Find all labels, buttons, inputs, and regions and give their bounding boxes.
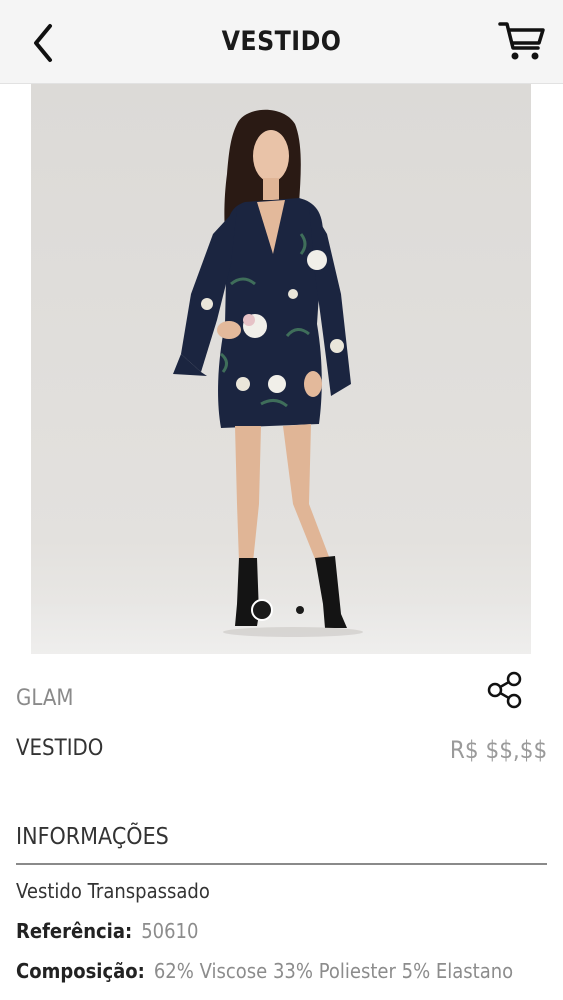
gallery-pagination — [31, 599, 531, 623]
pagination-dot[interactable] — [296, 606, 304, 614]
product-price: R$ $$,$$ — [449, 736, 547, 764]
reference-row: Referência: 50610 — [16, 919, 198, 943]
reference-value: 50610 — [141, 919, 199, 943]
info-section-title: INFORMAÇÕES — [16, 824, 169, 850]
share-button[interactable] — [486, 670, 524, 710]
product-description: Vestido Transpassado — [16, 879, 210, 903]
product-photo — [173, 109, 363, 637]
shopping-cart-icon — [498, 22, 545, 60]
reference-label: Referência: — [16, 919, 133, 943]
composition-row: Composição: 62% Viscose 33% Poliester 5% … — [16, 959, 513, 983]
composition-value: 62% Viscose 33% Poliester 5% Elastano — [153, 959, 514, 983]
composition-label: Composição: — [16, 959, 145, 983]
cart-button[interactable] — [497, 18, 547, 64]
product-brand: GLAM — [16, 686, 74, 711]
pagination-dot-active[interactable] — [251, 599, 273, 621]
share-icon — [487, 671, 522, 709]
page-title: VESTIDO — [221, 26, 342, 57]
product-name: VESTIDO — [16, 736, 104, 761]
product-image-gallery[interactable] — [31, 84, 531, 654]
section-divider — [16, 863, 547, 865]
top-app-bar: VESTIDO — [0, 0, 563, 84]
